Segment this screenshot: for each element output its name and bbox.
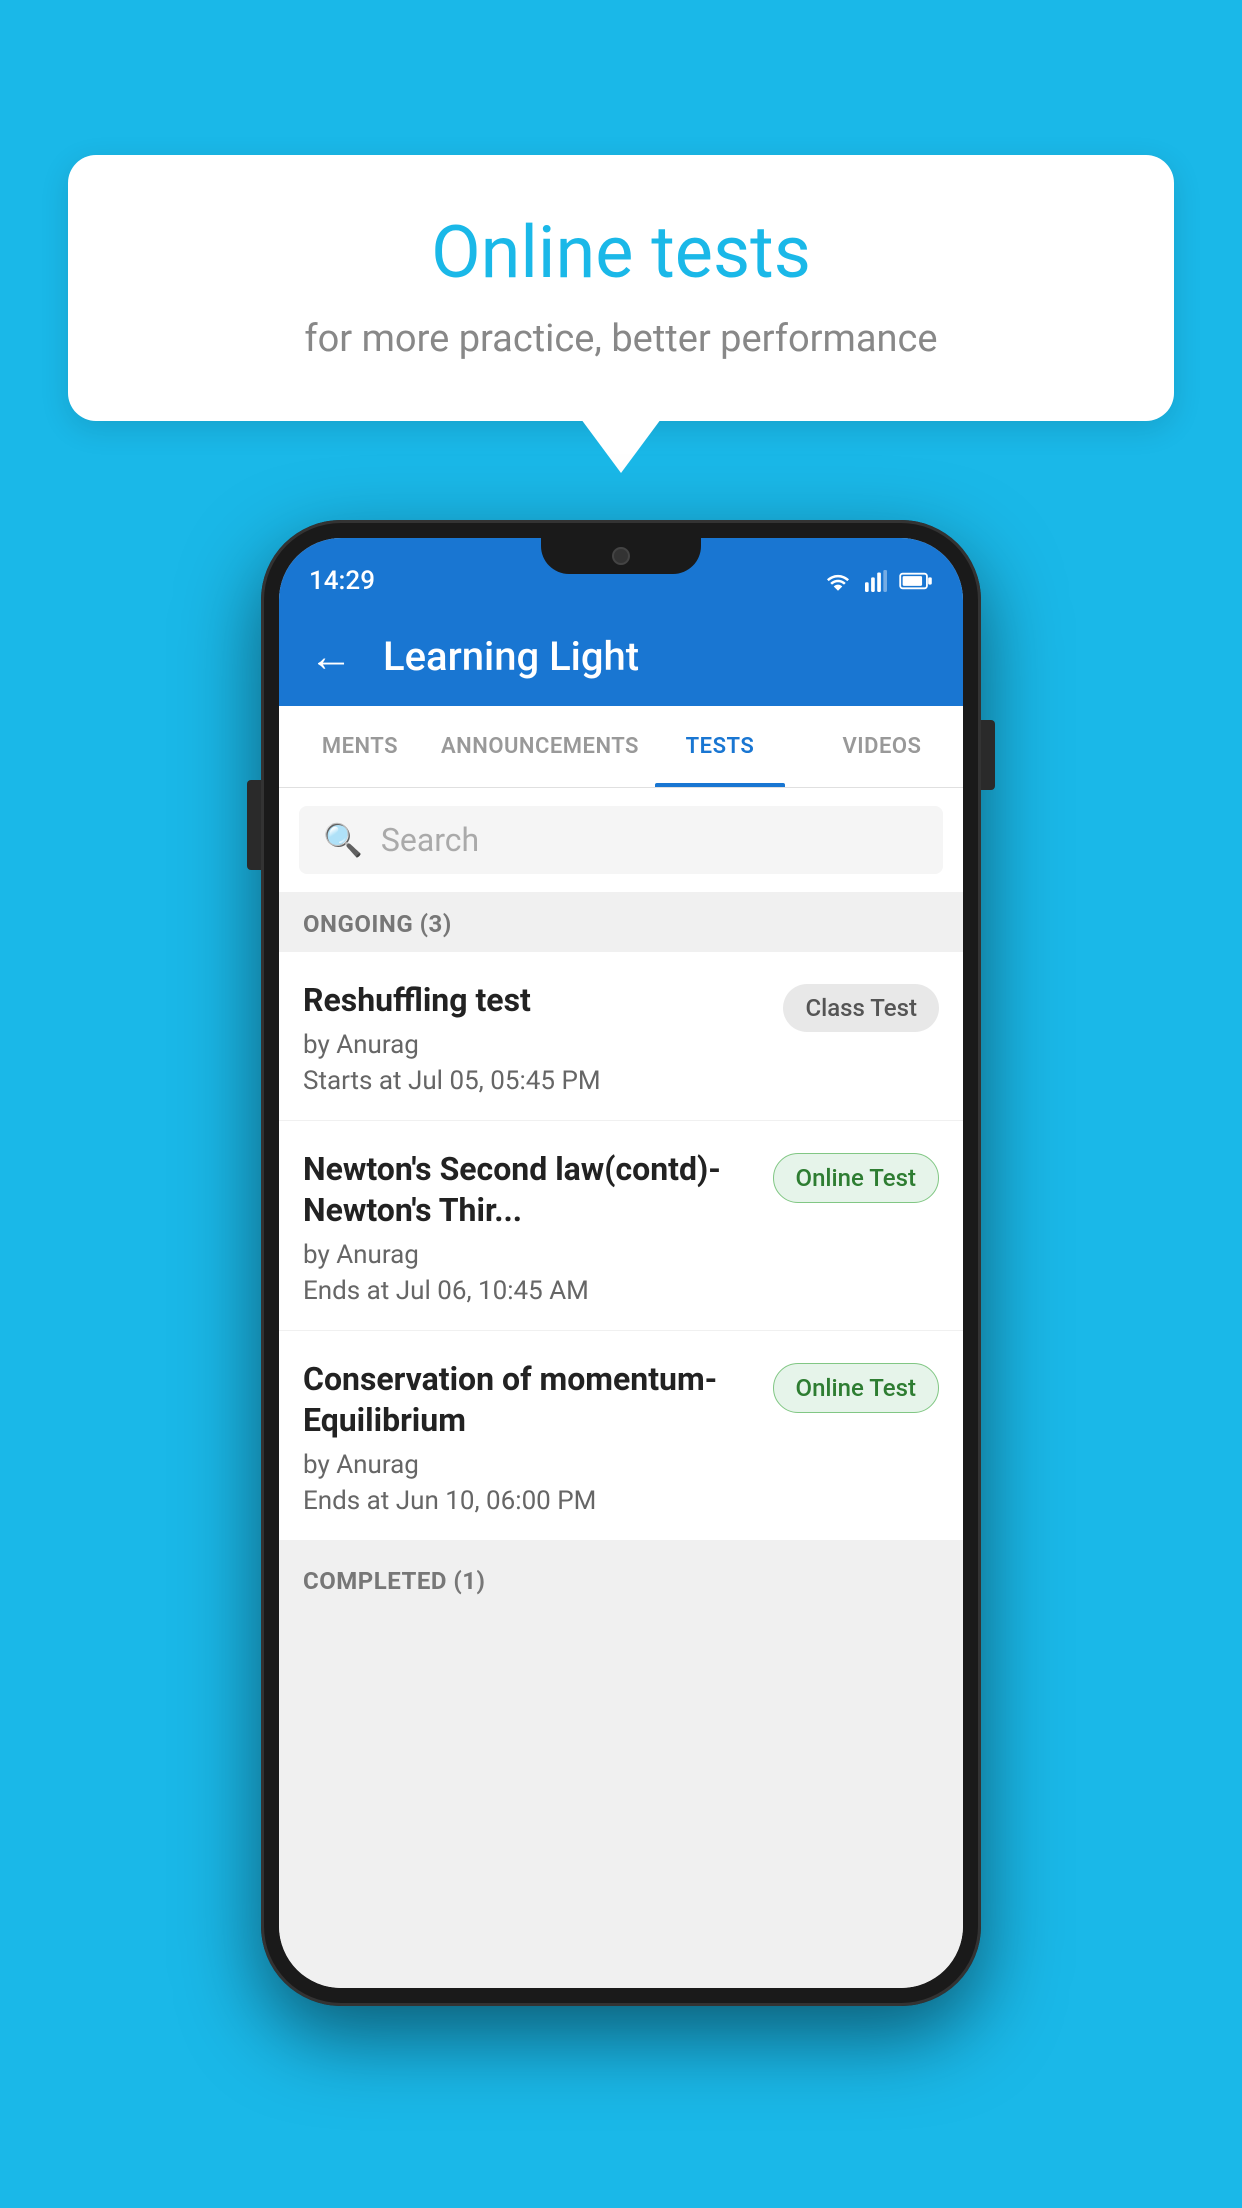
phone-notch <box>541 538 701 574</box>
test-item[interactable]: Reshuffling test by Anurag Starts at Jul… <box>279 952 963 1121</box>
ongoing-section-header: ONGOING (3) <box>279 892 963 952</box>
tab-assignments[interactable]: MENTS <box>279 706 441 787</box>
test-badge-1: Class Test <box>783 984 939 1032</box>
test-info-3: Conservation of momentum-Equilibrium by … <box>303 1359 757 1516</box>
test-date-2: Ends at Jul 06, 10:45 AM <box>303 1276 757 1306</box>
test-date-3: Ends at Jun 10, 06:00 PM <box>303 1486 757 1516</box>
speech-bubble-subtitle: for more practice, better performance <box>118 317 1124 361</box>
test-date-1: Starts at Jul 05, 05:45 PM <box>303 1066 767 1096</box>
status-icons <box>823 570 933 592</box>
battery-icon <box>899 570 933 592</box>
wifi-icon <box>823 570 853 592</box>
tabs-bar: MENTS ANNOUNCEMENTS TESTS VIDEOS <box>279 706 963 788</box>
test-info-2: Newton's Second law(contd)-Newton's Thir… <box>303 1149 757 1306</box>
search-bar[interactable]: 🔍 Search <box>299 806 943 874</box>
phone-outer: 14:29 <box>261 520 981 2006</box>
app-bar-title: Learning Light <box>383 633 639 680</box>
test-info-1: Reshuffling test by Anurag Starts at Jul… <box>303 980 767 1096</box>
phone-screen: 14:29 <box>279 538 963 1988</box>
tab-tests[interactable]: TESTS <box>639 706 801 787</box>
signal-icon <box>863 570 889 592</box>
content-area: 🔍 Search ONGOING (3) Reshuffling test by… <box>279 788 963 1988</box>
test-badge-3: Online Test <box>773 1363 939 1413</box>
test-item[interactable]: Newton's Second law(contd)-Newton's Thir… <box>279 1121 963 1331</box>
test-list: Reshuffling test by Anurag Starts at Jul… <box>279 952 963 1541</box>
app-bar: ← Learning Light <box>279 606 963 706</box>
search-placeholder: Search <box>381 821 479 859</box>
completed-section-header: COMPLETED (1) <box>279 1549 963 1609</box>
test-name-2: Newton's Second law(contd)-Newton's Thir… <box>303 1149 757 1232</box>
tab-videos[interactable]: VIDEOS <box>801 706 963 787</box>
search-container: 🔍 Search <box>279 788 963 892</box>
test-item[interactable]: Conservation of momentum-Equilibrium by … <box>279 1331 963 1541</box>
search-icon: 🔍 <box>323 821 363 859</box>
tab-announcements[interactable]: ANNOUNCEMENTS <box>441 706 639 787</box>
test-name-1: Reshuffling test <box>303 980 767 1022</box>
test-author-2: by Anurag <box>303 1240 757 1270</box>
test-name-3: Conservation of momentum-Equilibrium <box>303 1359 757 1442</box>
speech-bubble: Online tests for more practice, better p… <box>68 155 1174 421</box>
test-author-1: by Anurag <box>303 1030 767 1060</box>
test-author-3: by Anurag <box>303 1450 757 1480</box>
test-badge-2: Online Test <box>773 1153 939 1203</box>
status-time: 14:29 <box>309 566 375 596</box>
phone-mockup: 14:29 <box>261 520 981 2006</box>
speech-bubble-title: Online tests <box>118 210 1124 295</box>
back-button[interactable]: ← <box>309 634 353 678</box>
front-camera <box>612 547 630 565</box>
